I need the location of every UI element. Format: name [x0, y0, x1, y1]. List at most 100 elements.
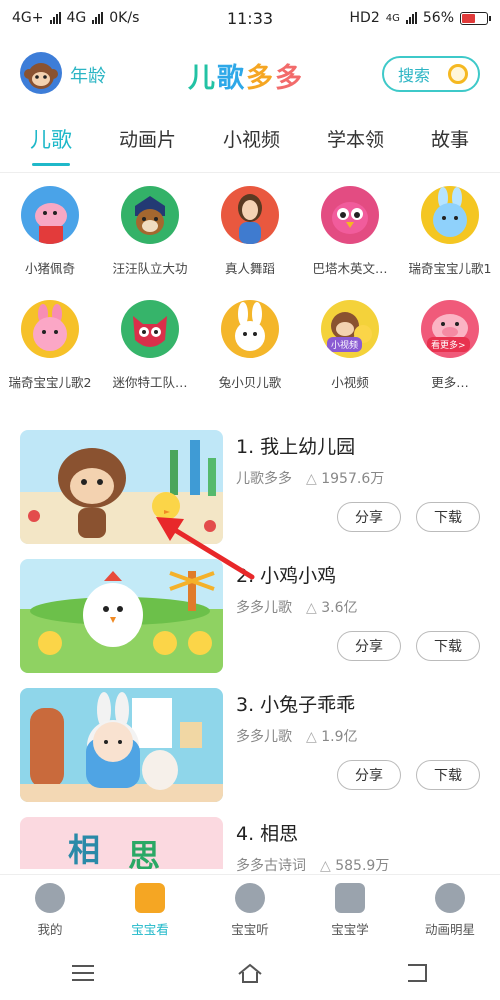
character-name: 巴塔木英文…	[312, 261, 388, 276]
nav-label: 宝宝听	[231, 922, 269, 937]
app-header: 年龄 儿歌多多 搜索	[0, 48, 500, 102]
ricky-icon	[421, 186, 479, 244]
song-source: 多多儿歌	[236, 729, 292, 745]
play-count: 1957.6万	[321, 471, 385, 487]
nav-label: 我的	[37, 922, 63, 937]
tab-songs[interactable]: 儿歌	[30, 118, 72, 168]
thumb-text: 思	[128, 837, 161, 869]
star-icon	[435, 883, 465, 913]
download-button[interactable]: 下载	[416, 502, 480, 532]
nav-listen[interactable]: 宝宝听	[200, 875, 300, 946]
logo-char: 多	[275, 63, 304, 94]
menu-icon[interactable]	[70, 963, 96, 983]
puzzle-icon	[335, 883, 365, 913]
home-icon[interactable]	[237, 963, 263, 983]
rabbit-icon	[221, 300, 279, 358]
song-source: 多多古诗词	[236, 858, 306, 874]
character-name: 瑞奇宝宝儿歌1	[408, 261, 492, 276]
song-title[interactable]: 1. 我上幼儿园	[236, 432, 355, 459]
character-item[interactable]: 真人舞蹈	[200, 186, 300, 296]
nav-learn[interactable]: 宝宝学	[300, 875, 400, 946]
net-speed: 0K/s	[109, 10, 140, 26]
flame-icon: △	[306, 471, 317, 487]
logo-char: 歌	[217, 63, 246, 94]
small-video-icon: 小视频	[321, 300, 379, 358]
character-name: 小猪佩奇	[24, 261, 75, 276]
system-nav	[0, 946, 500, 1000]
song-title[interactable]: 4. 相思	[236, 819, 298, 846]
song-meta: 多多古诗词 △ 585.9万	[236, 855, 389, 875]
character-item[interactable]: 小猪佩奇	[0, 186, 100, 296]
more-icon: 看更多>	[421, 300, 479, 358]
hd-label: HD2	[349, 10, 380, 26]
tab-stories[interactable]: 故事	[431, 118, 469, 168]
app-logo: 儿歌多多	[188, 56, 304, 95]
character-item[interactable]: 瑞奇宝宝儿歌2	[0, 300, 100, 410]
character-name: 瑞奇宝宝儿歌2	[8, 375, 92, 390]
signal-icon	[405, 12, 417, 24]
character-grid: 小猪佩奇 汪汪队立大功 真人舞蹈 巴塔木英文… 瑞奇宝宝儿歌1 瑞奇宝宝儿歌2 …	[0, 186, 500, 410]
network-label: 4G	[385, 12, 400, 24]
song-source: 儿歌多多	[236, 471, 292, 487]
song-source: 多多儿歌	[236, 600, 292, 616]
network-label: 4G+	[12, 10, 44, 26]
share-button[interactable]: 分享	[337, 502, 401, 532]
see-more-badge: 看更多>	[427, 337, 470, 352]
download-button[interactable]: 下载	[416, 760, 480, 790]
category-tabs: 儿歌 动画片 小视频 学本领 故事 英	[0, 118, 500, 168]
play-count: 1.9亿	[321, 729, 358, 745]
tab-cartoons[interactable]: 动画片	[119, 118, 176, 168]
battery-percent: 56%	[422, 10, 454, 26]
character-item[interactable]: 小视频 小视频	[300, 300, 400, 410]
annotation-arrow	[156, 517, 255, 580]
headphones-icon	[235, 883, 265, 913]
song-meta: 儿歌多多 △ 1957.6万	[236, 468, 384, 488]
monkey-icon	[24, 63, 58, 89]
signal-icon	[92, 12, 104, 24]
song-item[interactable]: 3. 小兔子乖乖 多多儿歌 △ 1.9亿 分享 下载	[0, 688, 500, 817]
search-icon	[448, 64, 468, 84]
dancer-icon	[221, 186, 279, 244]
character-item[interactable]: 看更多> 更多…	[400, 300, 500, 410]
character-name: 小视频	[331, 375, 369, 390]
peppa-icon	[21, 186, 79, 244]
tab-short-videos[interactable]: 小视频	[223, 118, 280, 168]
song-meta: 多多儿歌 △ 3.6亿	[236, 597, 358, 617]
thumb-text: 相	[68, 831, 101, 869]
song-thumbnail[interactable]	[20, 688, 223, 802]
nav-mine[interactable]: 我的	[0, 875, 100, 946]
nav-label: 动画明星	[424, 922, 475, 937]
mini-agent-icon	[121, 300, 179, 358]
character-item[interactable]: 兔小贝儿歌	[200, 300, 300, 410]
nav-watch[interactable]: 宝宝看	[100, 875, 200, 946]
back-icon[interactable]	[404, 963, 430, 983]
divider	[0, 172, 500, 173]
download-button[interactable]: 下载	[416, 631, 480, 661]
status-bar: 4G+ 4G 0K/s 11:33 HD2 4G 56%	[0, 0, 500, 36]
tab-learn-skills[interactable]: 学本领	[327, 118, 384, 168]
nav-stars[interactable]: 动画明星	[400, 875, 500, 946]
share-button[interactable]: 分享	[337, 760, 401, 790]
character-item[interactable]: 巴塔木英文…	[300, 186, 400, 296]
paw-patrol-icon	[121, 186, 179, 244]
network-label: 4G	[66, 10, 87, 26]
avatar[interactable]	[20, 52, 62, 94]
batamu-icon	[321, 186, 379, 244]
signal-icon	[49, 12, 61, 24]
bottom-nav: 我的 宝宝看 宝宝听 宝宝学 动画明星	[0, 874, 500, 946]
song-title[interactable]: 3. 小兔子乖乖	[236, 690, 355, 717]
song-thumbnail[interactable]: 相 思	[20, 817, 223, 869]
share-button[interactable]: 分享	[337, 631, 401, 661]
character-name: 真人舞蹈	[224, 261, 275, 276]
character-item[interactable]: 迷你特工队…	[100, 300, 200, 410]
play-count: 585.9万	[335, 858, 390, 874]
tv-icon	[135, 883, 165, 913]
song-meta: 多多儿歌 △ 1.9亿	[236, 726, 358, 746]
character-item[interactable]: 汪汪队立大功	[100, 186, 200, 296]
character-item[interactable]: 瑞奇宝宝儿歌1	[400, 186, 500, 296]
search-button[interactable]: 搜索	[382, 56, 480, 92]
character-name: 迷你特工队…	[112, 375, 188, 390]
nav-label: 宝宝看	[131, 922, 169, 937]
age-selector[interactable]: 年龄	[70, 62, 106, 88]
small-video-badge: 小视频	[327, 337, 363, 352]
